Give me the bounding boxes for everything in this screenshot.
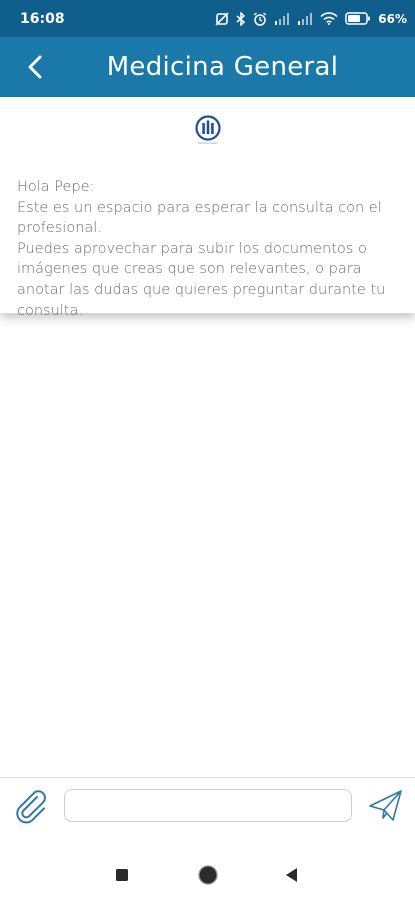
alarm-icon [253, 11, 267, 26]
status-bar: 16:08 66% [0, 0, 415, 37]
signal-icon [275, 12, 290, 25]
app-bar: Medicina General [0, 37, 415, 97]
status-time: 16:08 [20, 10, 65, 27]
nav-back-button[interactable] [267, 849, 317, 900]
logo-caption: Sanitas salud [197, 141, 219, 145]
square-icon [116, 868, 128, 881]
status-icons: 66% [215, 11, 407, 26]
welcome-line: Puedes aprovechar para subir los documen… [17, 240, 386, 319]
battery-percent: 66% [378, 11, 407, 26]
circle-icon [198, 864, 218, 885]
nav-home-button[interactable] [183, 849, 233, 900]
message-input[interactable] [64, 789, 352, 822]
signal-icon [298, 12, 313, 25]
nav-recents-button[interactable] [97, 849, 147, 900]
screen-rotation-off-icon [215, 11, 229, 26]
wifi-icon [320, 12, 338, 25]
paper-plane-icon [369, 790, 402, 821]
back-button[interactable] [18, 49, 54, 85]
message-composer [0, 777, 415, 850]
system-nav-bar [0, 849, 415, 900]
bluetooth-icon [236, 11, 246, 26]
welcome-message: Hola Pepe: Este es un espacio para esper… [17, 177, 402, 321]
triangle-left-icon [286, 867, 297, 882]
battery-icon [345, 12, 371, 25]
send-button[interactable] [366, 786, 406, 826]
welcome-line: Este es un espacio para esperar la consu… [17, 199, 382, 237]
chevron-left-icon [28, 55, 42, 79]
paperclip-icon [16, 790, 46, 824]
welcome-card: Sanitas salud Hola Pepe: Este es un espa… [0, 97, 415, 319]
sanitas-logo [195, 115, 221, 141]
attach-button[interactable] [10, 786, 50, 826]
welcome-greeting: Hola Pepe: [17, 179, 95, 195]
page-title: Medicina General [106, 52, 339, 82]
